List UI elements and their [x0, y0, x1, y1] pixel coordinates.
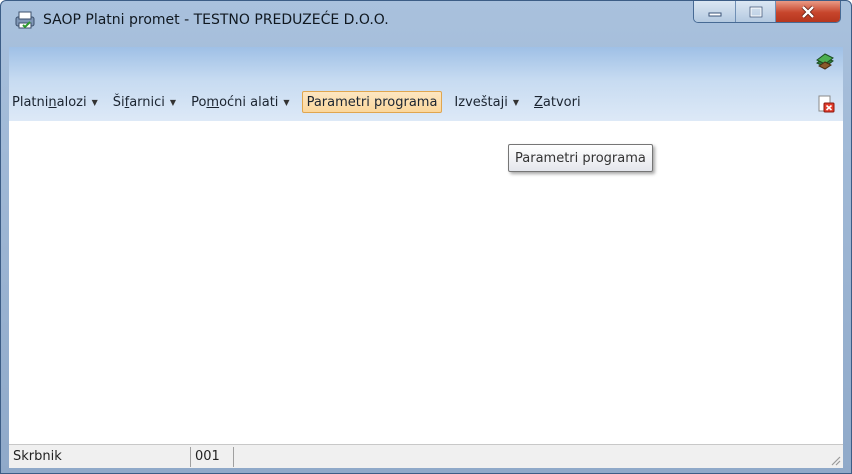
- window-title: SAOP Platni promet - TESTNO PREDUZEĆE D.…: [43, 12, 389, 28]
- printer-check-icon[interactable]: [15, 11, 35, 29]
- menu-mnemonic: m: [206, 94, 220, 110]
- menu-parametri-programa[interactable]: Parametri programa: [301, 91, 443, 113]
- menu-bar: Platni n alozi ▼ Ši f arnici ▼ Po m oćni alat…: [9, 47, 843, 121]
- tooltip: Parametri programa: [508, 144, 653, 172]
- menu-label: Po: [191, 94, 207, 110]
- minimize-icon: [708, 12, 721, 16]
- title-bar[interactable]: SAOP Platni promet - TESTNO PREDUZEĆE D.…: [1, 1, 851, 47]
- menu-sifarnici[interactable]: Ši f arnici ▼: [110, 91, 179, 113]
- menu-izvestaji[interactable]: Izveštaji ▼: [451, 91, 522, 113]
- status-panel: [234, 447, 843, 467]
- minimize-button[interactable]: [694, 1, 736, 22]
- menu-label: Izveštaji: [454, 94, 508, 110]
- menu-label: atvori: [542, 94, 581, 110]
- menu-label: arnici: [129, 94, 165, 110]
- menu-pomocni-alati[interactable]: Po m oćni alati ▼: [188, 91, 293, 113]
- chevron-down-icon: ▼: [283, 97, 290, 107]
- menu-mnemonic: Z: [534, 94, 543, 110]
- books-icon[interactable]: [815, 51, 835, 71]
- status-user: Skrbnik: [9, 446, 191, 467]
- status-bar: Skrbnik 001: [9, 444, 843, 468]
- chevron-down-icon: ▼: [512, 97, 519, 107]
- close-button[interactable]: [776, 1, 840, 22]
- resize-grip-icon[interactable]: [829, 454, 841, 466]
- app-window: SAOP Platni promet - TESTNO PREDUZEĆE D.…: [0, 0, 852, 474]
- main-menu: Platni n alozi ▼ Ši f arnici ▼ Po m oćni alat…: [9, 90, 593, 114]
- client-area[interactable]: [9, 121, 843, 444]
- menu-platni-nalozi[interactable]: Platni n alozi ▼: [9, 91, 101, 113]
- maximize-icon: [749, 6, 762, 17]
- window-controls: [693, 1, 841, 23]
- menu-label: Platni: [12, 94, 49, 110]
- menu-label: Ši: [112, 94, 125, 110]
- chevron-down-icon: ▼: [169, 97, 177, 107]
- chevron-down-icon: ▼: [91, 97, 98, 107]
- menu-mnemonic: n: [48, 94, 57, 110]
- maximize-button[interactable]: [736, 1, 776, 22]
- close-icon: [801, 5, 815, 18]
- menu-label: oćni alati: [219, 94, 279, 110]
- exit-icon[interactable]: [817, 95, 835, 113]
- status-code: 001: [191, 446, 234, 467]
- menu-label: alozi: [56, 94, 87, 110]
- menu-zatvori[interactable]: Zatvori: [531, 91, 584, 113]
- menu-label: Parametri programa: [306, 94, 438, 110]
